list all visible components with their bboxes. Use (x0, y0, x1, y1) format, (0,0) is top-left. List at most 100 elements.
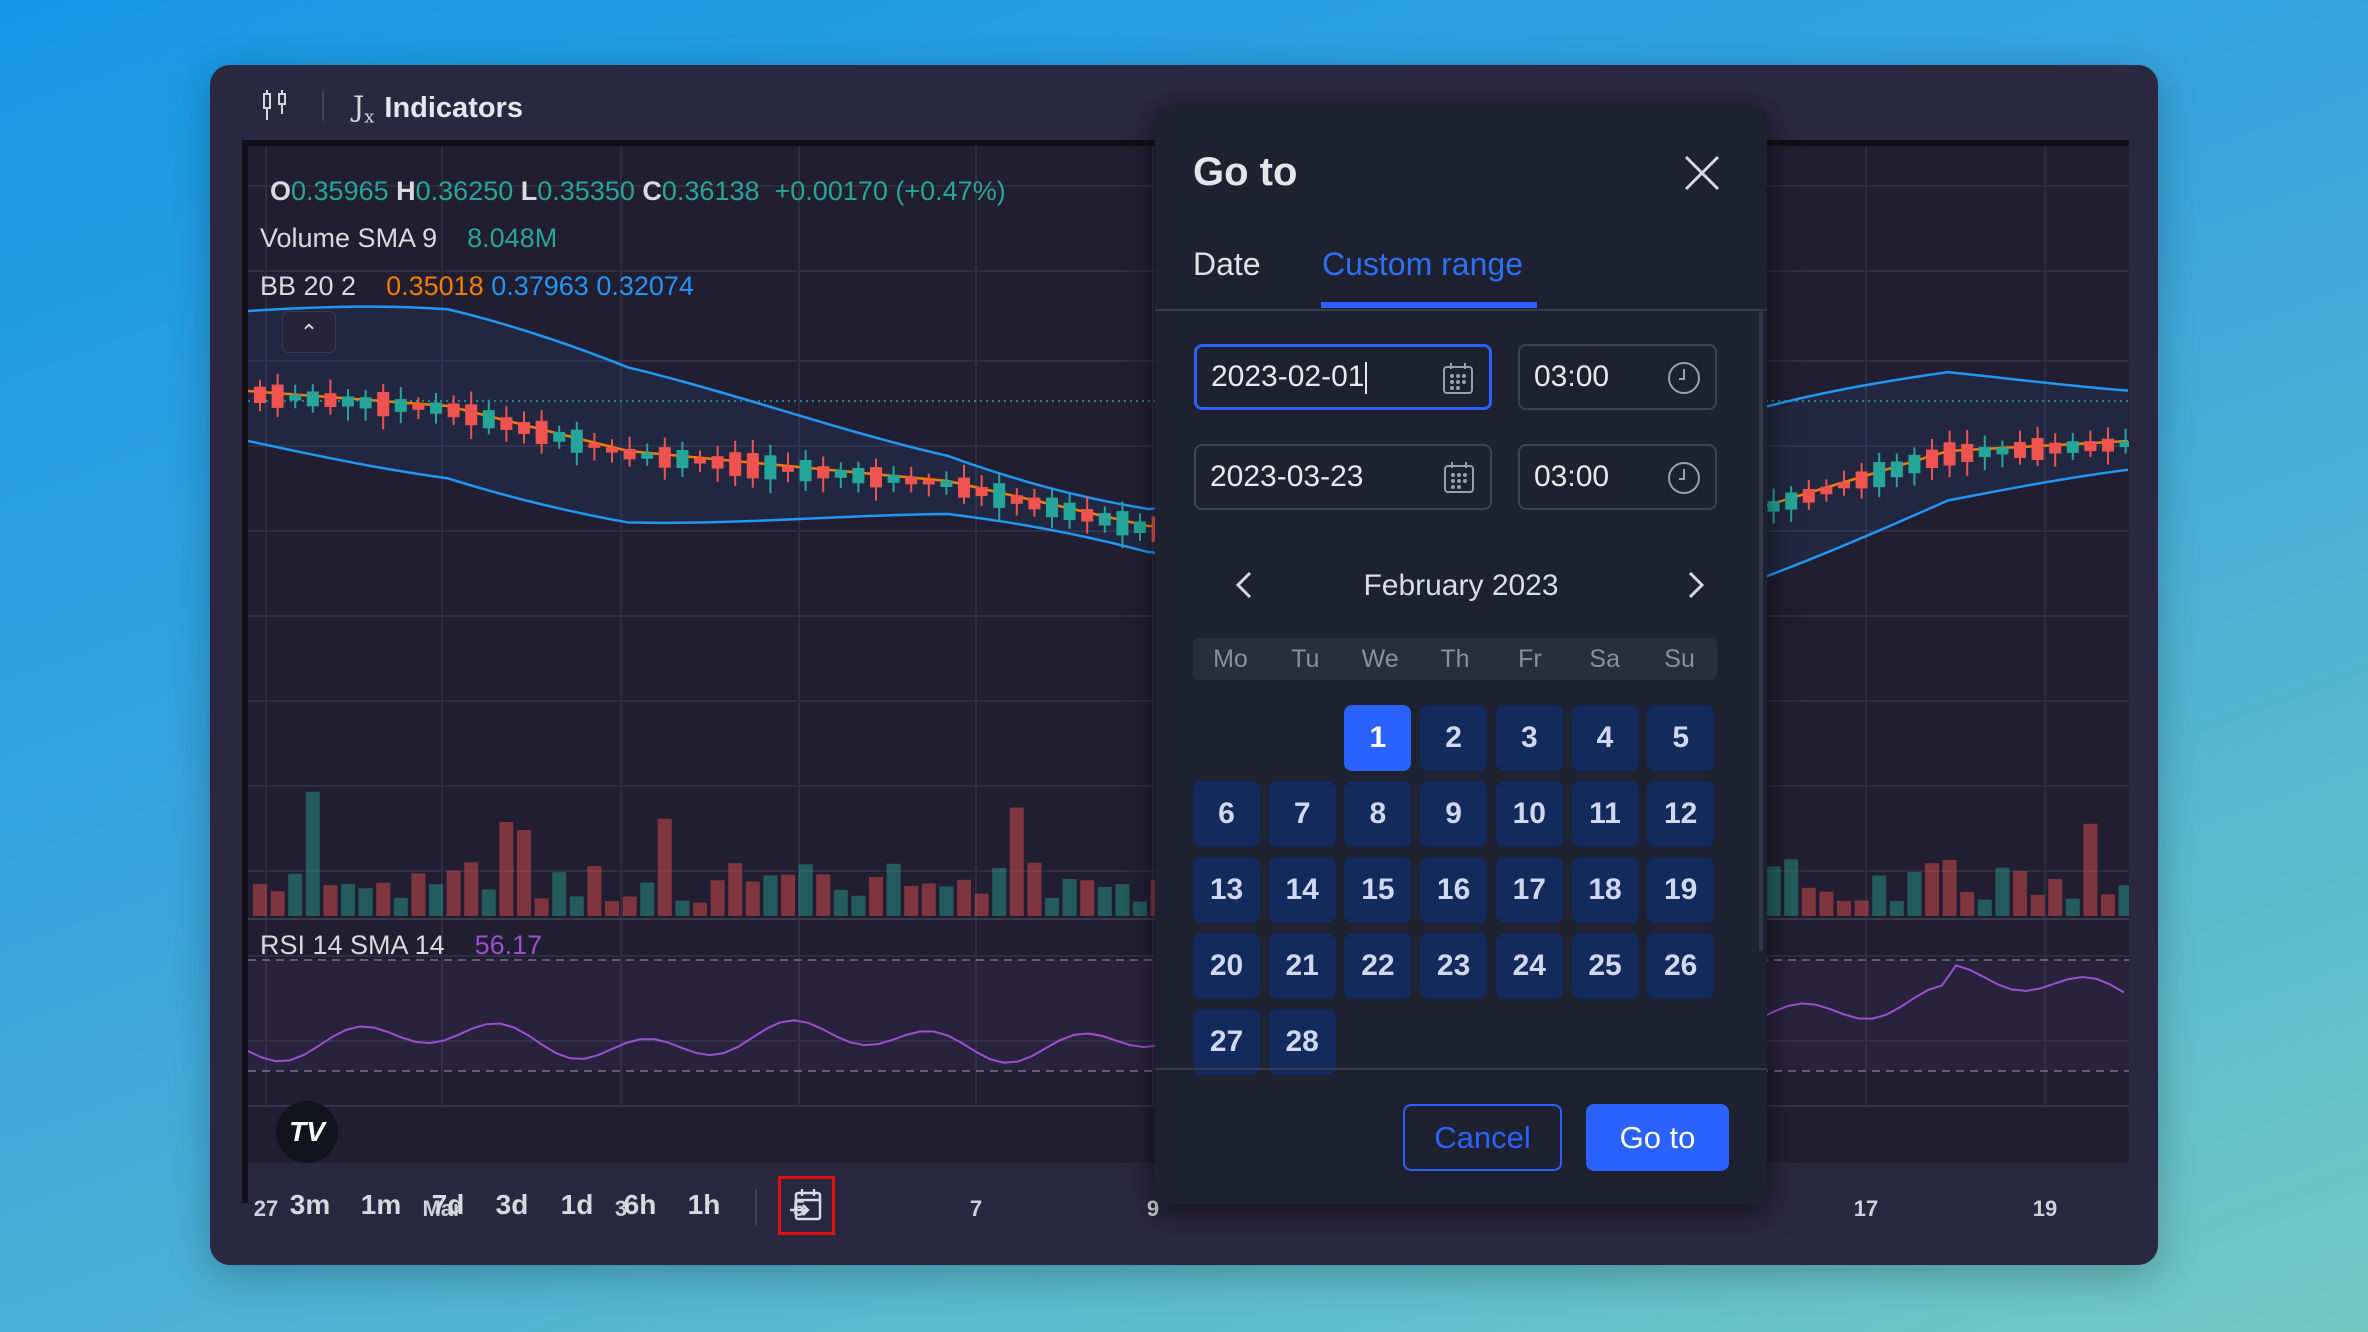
calendar-day[interactable]: 2 (1420, 705, 1488, 771)
bb-basis-value: 0.35018 (386, 271, 484, 301)
calendar-day[interactable]: 21 (1268, 933, 1336, 999)
candle-body (271, 384, 284, 408)
timeframe-button[interactable]: 1d (561, 1189, 594, 1221)
calendar-day[interactable]: 18 (1571, 857, 1639, 923)
goto-date-button[interactable] (778, 1176, 835, 1235)
volume-bar (886, 863, 901, 916)
candle-body (1943, 442, 1956, 466)
volume-bar (657, 818, 672, 916)
start-time-input[interactable]: 03:00 (1518, 344, 1717, 410)
rsi-legend[interactable]: RSI 14 SMA 14 56.17 (260, 930, 542, 961)
calendar-day[interactable]: 20 (1193, 933, 1260, 999)
volume-bar (1115, 884, 1130, 916)
tradingview-logo[interactable]: TV (276, 1101, 338, 1163)
calendar-day[interactable]: 9 (1420, 781, 1488, 847)
indicators-button[interactable]: Jx Indicators (353, 90, 523, 128)
timeframe-button[interactable]: 1h (688, 1189, 721, 1221)
calendar-day[interactable]: 27 (1193, 1009, 1260, 1075)
candle-body (658, 447, 671, 468)
bb-legend[interactable]: BB 20 2 0.35018 0.37963 0.32074 (260, 271, 694, 302)
collapse-legend-button[interactable]: ⌃ (282, 311, 336, 353)
clock-icon[interactable] (1667, 361, 1701, 395)
x-axis-label: 27 (253, 1196, 279, 1221)
end-time-input[interactable]: 03:00 (1518, 444, 1717, 510)
calendar-day[interactable]: 15 (1344, 857, 1412, 923)
volume-bar (341, 883, 355, 916)
calendar-day[interactable]: 23 (1420, 933, 1488, 999)
calendar-day[interactable]: 22 (1344, 933, 1412, 999)
goto-button[interactable]: Go to (1586, 1104, 1729, 1171)
scrollbar[interactable] (1759, 311, 1763, 951)
start-date-input[interactable]: 2023-02-01 (1194, 344, 1492, 410)
volume-bar (1889, 901, 1904, 916)
calendar-icon[interactable] (1441, 362, 1475, 396)
close-button[interactable] (1680, 151, 1724, 195)
timeframe-button[interactable]: 3m (290, 1189, 330, 1221)
calendar-day[interactable]: 28 (1268, 1009, 1336, 1075)
calendar-icon[interactable] (1442, 461, 1476, 495)
candle-body (852, 467, 865, 484)
calendar-day[interactable]: 16 (1420, 857, 1488, 923)
toolbar-divider (755, 1189, 757, 1225)
change-value: +0.00170 (+0.47%) (774, 176, 1006, 206)
chart-edge (242, 1163, 248, 1203)
open-value: 0.35965 (291, 176, 389, 206)
candle-body (729, 452, 742, 476)
volume-bar (253, 884, 267, 916)
footer-divider (1155, 1068, 1767, 1070)
timeframe-button[interactable]: 1m (361, 1189, 401, 1221)
calendar-day[interactable]: 14 (1268, 857, 1336, 923)
calendar-day[interactable]: 6 (1193, 781, 1260, 847)
calendar-day[interactable]: 17 (1495, 857, 1563, 923)
calendar-day-selected[interactable]: 1 (1344, 705, 1412, 771)
calendar-day[interactable]: 13 (1193, 857, 1260, 923)
volume-bar (411, 873, 426, 916)
tab-date[interactable]: Date (1193, 246, 1261, 283)
calendar-day[interactable]: 8 (1344, 781, 1412, 847)
x-axis-label: 19 (2032, 1196, 2058, 1221)
calendar-day[interactable]: 4 (1571, 705, 1639, 771)
calendar-days-grid: 1 2 3 4 5 6 7 8 9 10 11 12 13 14 15 16 17 18 19 20 21 22 23 24 2… (1193, 705, 1723, 1167)
timeframe-button[interactable]: 3d (496, 1189, 529, 1221)
calendar-day[interactable]: 10 (1495, 781, 1563, 847)
high-key: H (396, 176, 416, 206)
close-icon (1684, 155, 1720, 191)
weekday-label: Mo (1213, 645, 1248, 673)
timeframe-button[interactable]: 7d (432, 1189, 465, 1221)
candle-body (1010, 495, 1023, 504)
volume-bar (1942, 859, 1957, 916)
candle-body (764, 455, 777, 480)
timeframe-button[interactable]: 6h (624, 1189, 657, 1221)
candle-body (905, 476, 918, 485)
tab-custom-range[interactable]: Custom range (1322, 246, 1523, 283)
volume-legend[interactable]: Volume SMA 9 8.048M (260, 223, 557, 254)
calendar-day[interactable]: 19 (1647, 857, 1715, 923)
calendar-day[interactable]: 3 (1495, 705, 1563, 771)
candle-body (1785, 492, 1798, 510)
end-date-input[interactable]: 2023-03-23 (1194, 444, 1492, 510)
chevron-right-icon (1688, 571, 1705, 599)
candles-icon[interactable] (260, 88, 290, 129)
cancel-button[interactable]: Cancel (1403, 1104, 1562, 1171)
volume-bar (1977, 899, 1992, 916)
candle-body (1116, 511, 1129, 536)
calendar-day[interactable]: 11 (1571, 781, 1639, 847)
candle-body (1081, 509, 1094, 522)
calendar-day[interactable]: 12 (1647, 781, 1715, 847)
text-caret (1365, 362, 1368, 395)
ohlc-legend: O0.35965 H0.36250 L0.35350 C0.36138 +0.0… (270, 176, 1006, 207)
candle-body (2031, 438, 2044, 461)
calendar-day[interactable]: 5 (1647, 705, 1715, 771)
clock-icon[interactable] (1667, 461, 1701, 495)
candle-body (377, 391, 390, 417)
weekday-label: Su (1664, 645, 1695, 673)
volume-bar (1133, 901, 1147, 916)
calendar-day[interactable]: 24 (1495, 933, 1563, 999)
close-key: C (642, 176, 662, 206)
next-month-button[interactable] (1675, 565, 1715, 605)
calendar-day[interactable]: 7 (1268, 781, 1336, 847)
calendar-day[interactable]: 26 (1647, 933, 1715, 999)
volume-bar (305, 791, 320, 916)
calendar-day[interactable]: 25 (1571, 933, 1639, 999)
volume-bar (693, 902, 707, 916)
